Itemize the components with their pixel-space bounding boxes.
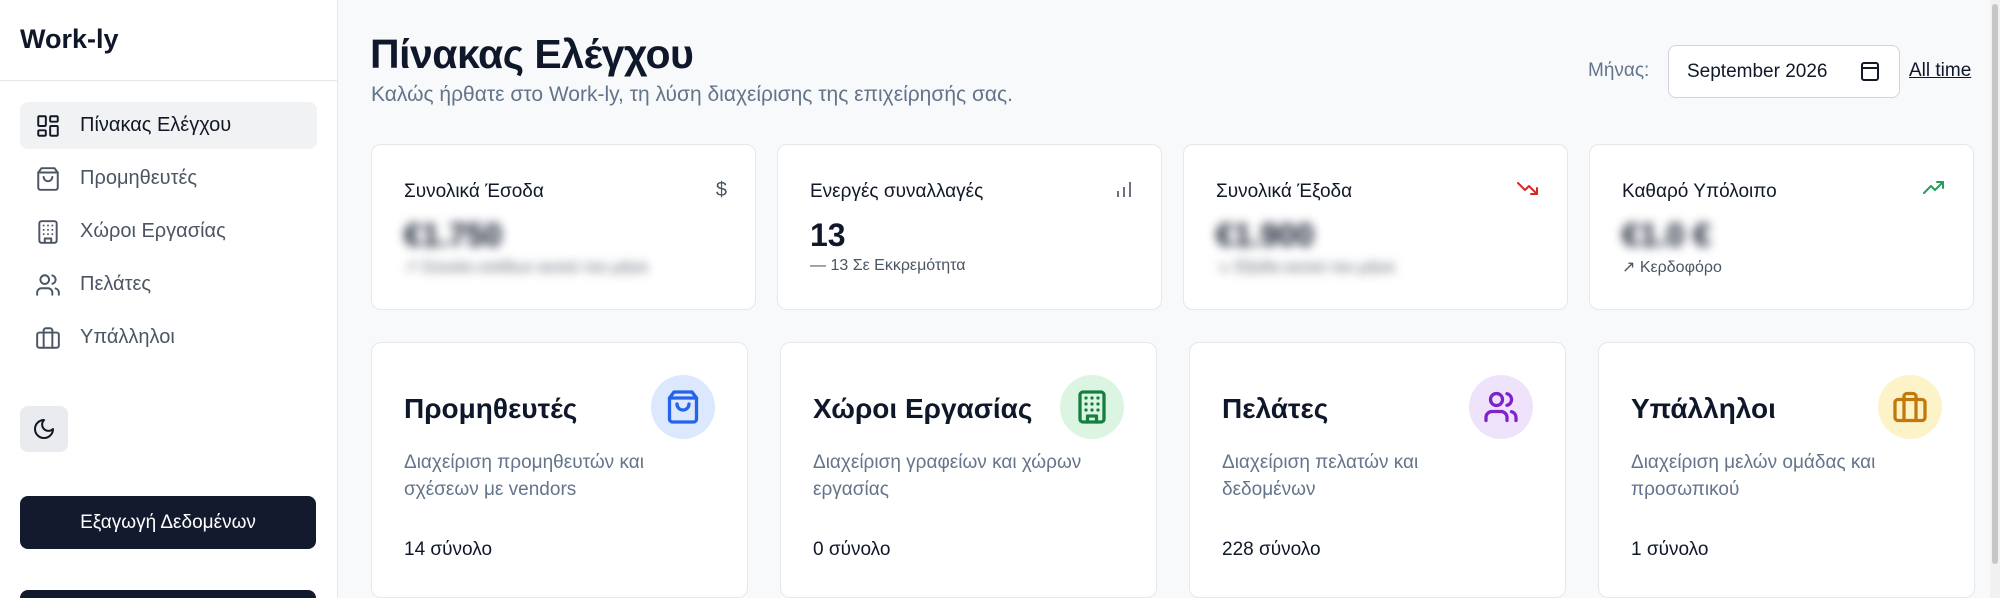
building-icon [1060, 375, 1124, 439]
sidebar-item-workspaces[interactable]: Χώροι Εργασίας [20, 208, 317, 255]
sidebar-nav: Πίνακας Ελέγχου Προμηθευτές Χώροι Εργασί… [0, 81, 337, 361]
feature-title: Πελάτες [1222, 393, 1329, 424]
shopping-bag-icon [34, 165, 62, 193]
month-picker-input[interactable]: September 2026 [1668, 45, 1900, 98]
calendar-icon[interactable] [1861, 62, 1879, 81]
moon-icon [34, 419, 54, 439]
briefcase-icon [1878, 375, 1942, 439]
feature-description: Διαχείριση πελατών και δεδομένων [1222, 452, 1419, 500]
stat-label: Συνολικά Έξοδα [1216, 181, 1353, 202]
stat-value: €1.0 € [1622, 217, 1711, 253]
dollar-icon: $ [715, 179, 727, 201]
stat-label: Συνολικά Έσοδα [404, 181, 544, 202]
stat-value: 13 [810, 217, 846, 253]
users-icon [1469, 375, 1533, 439]
theme-toggle-button[interactable] [20, 406, 68, 452]
sidebar-item-employees[interactable]: Υπάλληλοι [20, 314, 317, 361]
sidebar-item-suppliers[interactable]: Προμηθευτές [20, 155, 317, 202]
sidebar-item-label: Πίνακας Ελέγχου [80, 114, 232, 136]
feature-title: Υπάλληλοι [1631, 393, 1776, 424]
month-label: Μήνας: [1588, 60, 1650, 81]
users-icon [34, 271, 62, 299]
feature-count: 0 σύνολο [813, 539, 891, 560]
page-subtitle: Καλώς ήρθατε στο Work-ly, τη λύση διαχεί… [371, 83, 1014, 106]
shopping-bag-icon [651, 375, 715, 439]
stat-card-net-balance: Καθαρό Υπόλοιπο €1.0 € ↗ Κερδοφόρο [1589, 144, 1974, 310]
feature-title: Χώροι Εργασίας [813, 393, 1033, 424]
sidebar-item-clients[interactable]: Πελάτες [20, 261, 317, 308]
stat-card-active-transactions: Ενεργές συναλλαγές 13 — 13 Σε Εκκρεμότητ… [777, 144, 1162, 310]
sidebar-item-dashboard[interactable]: Πίνακας Ελέγχου [20, 102, 317, 149]
stat-subtext: ↗ Σύνολο εσόδων αυτού του μήνα [404, 259, 648, 276]
feature-count: 14 σύνολο [404, 539, 493, 560]
trend-down-icon [1517, 179, 1539, 202]
sidebar-item-label: Πελάτες [80, 273, 152, 295]
stat-subtext: — 13 Σε Εκκρεμότητα [810, 257, 966, 274]
feature-description: Διαχείριση γραφείων και χώρων εργασίας [813, 452, 1082, 500]
stat-subtext: ↗ Κερδοφόρο [1622, 259, 1722, 276]
stat-card-expenses: Συνολικά Έξοδα €1.900 ↘ Έξοδα αυτού του … [1183, 144, 1568, 310]
feature-description: Διαχείριση μελών ομάδας και προσωπικού [1631, 452, 1876, 500]
sidebar-item-label: Χώροι Εργασίας [80, 220, 226, 242]
building-icon [34, 218, 62, 246]
bar-chart-icon [1115, 179, 1133, 205]
sidebar-item-label: Υπάλληλοι [80, 326, 175, 348]
page-scrollbar[interactable] [1990, 0, 2000, 598]
all-time-link[interactable]: All time [1909, 60, 1971, 82]
feature-card-workspaces[interactable]: Χώροι Εργασίας Διαχείριση γραφείων και χ… [780, 342, 1157, 598]
feature-card-employees[interactable]: Υπάλληλοι Διαχείριση μελών ομάδας και πρ… [1598, 342, 1975, 598]
main-content: Πίνακας Ελέγχου Καλώς ήρθατε στο Work-ly… [338, 0, 2000, 598]
sidebar: Work-ly Πίνακας Ελέγχου Προμηθευτές Χώρο… [0, 0, 338, 598]
stat-label: Καθαρό Υπόλοιπο [1622, 181, 1777, 202]
feature-title: Προμηθευτές [404, 393, 578, 424]
dashboard-icon [34, 112, 62, 140]
page-title: Πίνακας Ελέγχου [370, 31, 694, 77]
export-data-button[interactable]: Εξαγωγή Δεδομένων [20, 496, 316, 549]
month-value: September 2026 [1687, 60, 1828, 82]
secondary-sidebar-button[interactable] [20, 590, 316, 598]
sidebar-item-label: Προμηθευτές [80, 167, 198, 189]
stat-value: €1.750 [404, 217, 502, 253]
stat-card-revenue: Συνολικά Έσοδα $ €1.750 ↗ Σύνολο εσόδων … [371, 144, 756, 310]
stat-value: €1.900 [1216, 217, 1314, 253]
feature-description: Διαχείριση προμηθευτών και σχέσεων με ve… [404, 452, 644, 500]
feature-count: 1 σύνολο [1631, 539, 1709, 560]
stat-label: Ενεργές συναλλαγές [810, 181, 984, 202]
briefcase-icon [34, 324, 62, 352]
trend-up-icon [1923, 179, 1945, 202]
app-brand: Work-ly [0, 0, 337, 81]
stat-subtext: ↘ Έξοδα αυτού του μήνα [1216, 259, 1395, 276]
scrollbar-thumb[interactable] [1992, 4, 1998, 564]
feature-card-suppliers[interactable]: Προμηθευτές Διαχείριση προμηθευτών και σ… [371, 342, 748, 598]
feature-card-clients[interactable]: Πελάτες Διαχείριση πελατών και δεδομένων… [1189, 342, 1566, 598]
feature-count: 228 σύνολο [1222, 539, 1321, 560]
